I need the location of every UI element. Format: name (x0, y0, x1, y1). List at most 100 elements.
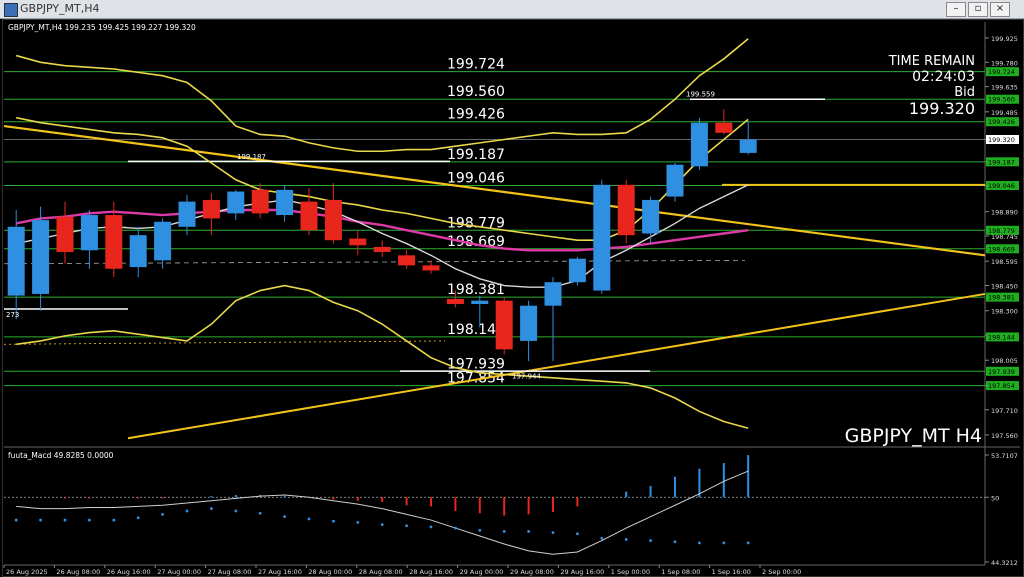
bear-candle (373, 246, 391, 252)
macd-signal-line (16, 470, 749, 555)
bid-price-tag-text: 199.320 (988, 136, 1015, 144)
time-tick-label: 28 Aug 08:00 (359, 568, 403, 576)
bull-candle (471, 300, 489, 304)
price-tick-label: 198.595 (991, 258, 1018, 266)
macd-dot (307, 517, 311, 521)
bull-candle (32, 220, 50, 294)
macd-dot (527, 530, 530, 533)
time-axis: 26 Aug 2025 26 Aug 08:00 26 Aug 16:00 27 Au… (3, 565, 801, 576)
level-price-tag-text: 198.779 (988, 227, 1015, 235)
middle-band (16, 116, 749, 242)
macd-tick-label: 44.3212 (991, 559, 1018, 567)
macd-dot (283, 515, 286, 519)
time-tick-label: 1 Sep 08:00 (661, 568, 700, 576)
moving-average-fast (16, 184, 749, 288)
bull-candle (7, 226, 25, 296)
level-price-tag-text: 198.144 (988, 333, 1015, 341)
macd-dot (332, 519, 335, 523)
level-price-tag-text: 198.381 (988, 294, 1015, 302)
bear-candle (446, 298, 464, 304)
bull-candle (276, 189, 294, 216)
ascending-trendline (127, 292, 986, 440)
level-price-tag-text: 199.426 (988, 118, 1015, 126)
bull-candle (129, 235, 147, 268)
macd-dot (380, 523, 384, 527)
price-tick-label: 199.635 (991, 84, 1018, 92)
price-tick-label: 198.005 (991, 357, 1018, 365)
price-annotation: 273 (6, 311, 19, 319)
macd-pane: 53.7107 50 44.3212 (4, 452, 1018, 567)
bull-candle (690, 122, 708, 167)
bull-candle (642, 199, 660, 234)
macd-tick-label: 50 (991, 494, 999, 502)
level-price-tag-text: 199.724 (988, 68, 1015, 76)
price-tick-label: 198.300 (991, 308, 1018, 316)
time-tick-label: 27 Aug 00:00 (157, 568, 201, 576)
bear-candle (324, 199, 342, 241)
symbol-watermark: GBPJPY_MT H4 (845, 425, 982, 447)
time-tick-label: 26 Aug 08:00 (56, 568, 100, 576)
macd-dot (600, 536, 604, 540)
macd-tick-label: 53.7107 (991, 452, 1018, 460)
horizontal-levels: 199.724199.560199.426199.187199.046198.7… (4, 57, 985, 387)
bull-candle (739, 139, 757, 153)
time-tick-label: 29 Aug 16:00 (560, 568, 604, 576)
macd-dot (161, 512, 165, 516)
bear-candle (300, 201, 318, 231)
bull-candle (544, 282, 562, 306)
time-tick-label: 1 Sep 16:00 (712, 568, 751, 576)
price-annotation: 199.559 (686, 90, 715, 98)
macd-dot (185, 509, 189, 513)
bid-label: Bid (954, 85, 975, 100)
macd-dot (624, 538, 628, 541)
bull-candle (227, 191, 245, 214)
macd-dot (234, 509, 238, 513)
bull-candle (178, 201, 196, 227)
price-tick-label: 198.890 (991, 209, 1018, 217)
indicator-title: fuuta_Macd 49.8285 0.0000 (8, 451, 114, 460)
macd-dot (39, 518, 42, 522)
price-chart[interactable]: 199.925 199.780 199.635 199.485 199.320 199.1… (0, 0, 1024, 577)
macd-dot (88, 518, 91, 522)
trading-terminal: GBPJPY_MT,H4 – ▫ × 199.925 199.780 199.635… (0, 0, 1024, 577)
macd-dot (14, 518, 18, 522)
time-tick-label: 27 Aug 16:00 (258, 568, 302, 576)
macd-dot (746, 541, 750, 545)
price-tick-label: 198.450 (991, 283, 1018, 291)
price-tick-label: 197.560 (991, 432, 1018, 440)
macd-dot (136, 516, 140, 520)
bear-candle (202, 199, 220, 219)
bull-candle (520, 305, 538, 341)
bear-candle (56, 216, 74, 252)
time-tick-label: 28 Aug 16:00 (409, 568, 453, 576)
macd-dot (210, 507, 213, 511)
bear-candle (617, 184, 635, 236)
level-price-tag-text: 199.187 (988, 158, 1015, 166)
macd-dot (112, 518, 116, 522)
bear-candle (349, 238, 367, 246)
level-label: 199.426 (447, 107, 505, 123)
price-tick-label: 199.780 (991, 59, 1018, 67)
bid-value: 199.320 (909, 99, 975, 118)
price-tick-label: 197.710 (991, 407, 1018, 415)
lower-band (16, 284, 749, 429)
macd-dot (673, 540, 677, 544)
time-tick-label: 28 Aug 00:00 (308, 568, 352, 576)
level-price-tag-text: 198.669 (988, 245, 1015, 253)
time-remain-label: TIME REMAIN (888, 54, 975, 69)
level-label: 199.724 (447, 57, 505, 73)
macd-dot (576, 532, 579, 536)
price-tick-label: 199.485 (991, 109, 1018, 117)
bull-candle (154, 221, 172, 261)
macd-dot (63, 518, 67, 522)
price-tick-label: 199.925 (991, 35, 1018, 43)
time-tick-label: 2 Sep 00:00 (762, 568, 801, 576)
level-label: 199.187 (447, 147, 505, 163)
bull-candle (80, 215, 98, 251)
macd-dot (722, 541, 726, 545)
time-tick-label: 26 Aug 16:00 (107, 568, 151, 576)
macd-dot (649, 539, 652, 542)
bull-candle (593, 184, 611, 291)
bear-candle (495, 300, 513, 350)
macd-dot (502, 530, 506, 533)
